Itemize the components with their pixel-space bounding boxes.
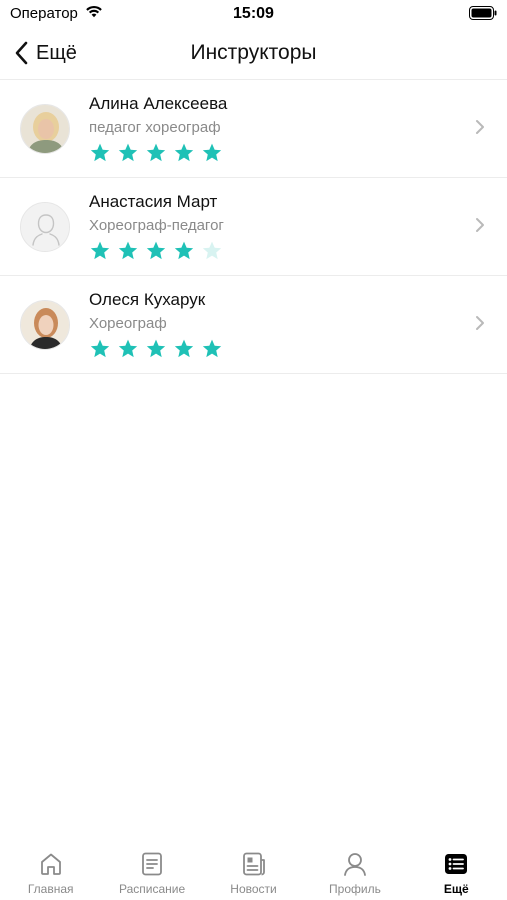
tab-bar: Главная Расписание Новости Профиль Ещё bbox=[0, 836, 507, 900]
tab-schedule[interactable]: Расписание bbox=[101, 836, 202, 900]
tab-news[interactable]: Новости bbox=[203, 836, 304, 900]
battery-icon bbox=[469, 6, 497, 20]
star-filled-icon bbox=[90, 241, 110, 260]
instructor-row[interactable]: Анастасия Март Хореограф-педагог bbox=[0, 178, 507, 276]
tab-profile[interactable]: Профиль bbox=[304, 836, 405, 900]
star-filled-icon bbox=[146, 339, 166, 358]
tab-label: Расписание bbox=[119, 882, 186, 896]
tab-more[interactable]: Ещё bbox=[406, 836, 507, 900]
instructor-role: педагог хореограф bbox=[89, 119, 221, 136]
profile-icon bbox=[344, 853, 366, 876]
instructor-role: Хореограф bbox=[89, 315, 167, 332]
rating-stars bbox=[89, 338, 223, 360]
instructor-row[interactable]: Алина Алексеева педагог хореограф bbox=[0, 80, 507, 178]
chevron-left-icon bbox=[15, 41, 28, 65]
star-filled-icon bbox=[146, 143, 166, 162]
star-filled-icon bbox=[90, 339, 110, 358]
chevron-right-icon bbox=[476, 218, 484, 232]
navigation-bar: Ещё Инструкторы bbox=[0, 30, 507, 78]
schedule-icon bbox=[142, 852, 163, 876]
star-filled-icon bbox=[146, 241, 166, 260]
avatar-placeholder bbox=[20, 202, 70, 252]
instructor-row[interactable]: Олеся Кухарук Хореограф bbox=[0, 276, 507, 374]
star-filled-icon bbox=[118, 241, 138, 260]
instructor-name: Анастасия Март bbox=[89, 192, 218, 211]
person-icon bbox=[21, 203, 69, 251]
rating-stars bbox=[89, 240, 223, 262]
chevron-right-icon bbox=[476, 316, 484, 330]
back-label: Ещё bbox=[36, 41, 77, 64]
tab-label: Профиль bbox=[329, 882, 381, 896]
back-button[interactable]: Ещё bbox=[14, 38, 77, 68]
star-filled-icon bbox=[174, 143, 194, 162]
star-filled-icon bbox=[174, 339, 194, 358]
chevron-right-icon bbox=[476, 120, 484, 134]
avatar-photo bbox=[21, 301, 69, 349]
news-icon bbox=[242, 852, 265, 876]
instructor-list: Алина Алексеева педагог хореограф Анаста… bbox=[0, 80, 507, 374]
status-bar: Оператор 15:09 bbox=[0, 0, 507, 28]
wifi-icon bbox=[86, 5, 102, 18]
tab-label: Новости bbox=[230, 882, 277, 896]
star-filled-icon bbox=[202, 143, 222, 162]
instructor-name: Алина Алексеева bbox=[89, 94, 228, 113]
carrier-label: Оператор bbox=[10, 5, 78, 22]
rating-stars bbox=[89, 142, 223, 164]
star-filled-icon bbox=[118, 339, 138, 358]
star-filled-icon bbox=[202, 339, 222, 358]
avatar bbox=[20, 104, 70, 154]
more-icon bbox=[445, 854, 468, 874]
star-filled-icon bbox=[174, 241, 194, 260]
tab-label: Главная bbox=[27, 882, 74, 896]
star-filled-icon bbox=[90, 143, 110, 162]
avatar bbox=[20, 300, 70, 350]
star-empty-icon bbox=[202, 241, 222, 260]
home-icon bbox=[40, 853, 61, 875]
tab-label: Ещё bbox=[443, 882, 469, 896]
tab-home[interactable]: Главная bbox=[0, 836, 101, 900]
screen: Оператор 15:09 Ещё Инструкторы Алина Але… bbox=[0, 0, 507, 900]
avatar-photo bbox=[21, 105, 69, 153]
star-filled-icon bbox=[118, 143, 138, 162]
instructor-name: Олеся Кухарук bbox=[89, 290, 206, 309]
instructor-role: Хореограф-педагог bbox=[89, 217, 224, 234]
